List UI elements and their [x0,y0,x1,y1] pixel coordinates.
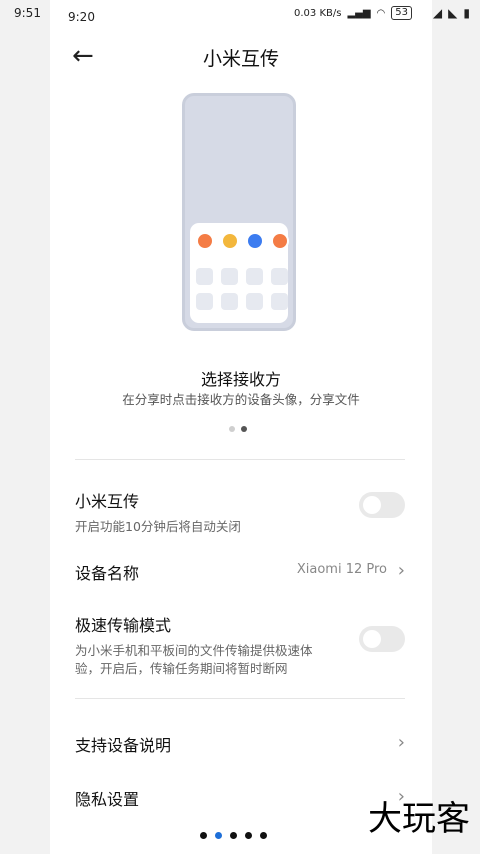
app-grid-placeholder [196,268,288,310]
fast-mode-label: 极速传输模式 [75,616,172,635]
wifi-icon: ◢ [432,6,443,20]
nav-dot [200,832,207,839]
fast-mode-toggle-row[interactable]: 极速传输模式 为小米手机和平板间的文件传输提供极速体验，开启后，传输任务期间将暂… [75,612,405,678]
wifi-icon: ◠ [376,7,386,19]
grid-cell [196,268,213,285]
privacy-settings-label: 隐私设置 [75,790,140,809]
nav-dots [200,832,267,839]
support-devices-label: 支持设备说明 [75,736,172,755]
host-clock: 9:51 [14,6,41,20]
signal-icon: ▂▄▆ [347,7,371,19]
nav-dot [260,832,267,839]
carousel-indicator [229,426,247,432]
network-speed: 0.03 KB/s [294,7,342,19]
share-panel-illustration [190,223,289,323]
grid-cell [246,268,263,285]
chevron-right-icon: › [397,560,405,581]
grid-cell [246,293,263,310]
phone-screen: 9:20 0.03 KB/s ▂▄▆ ◠ 53 ← 小米互传 选择接收方 在分享… [50,0,432,854]
grid-cell [271,293,288,310]
chevron-right-icon: › [397,732,405,753]
device-avatar-icon [271,232,289,250]
xiaomi-share-sub: 开启功能10分钟后将自动关闭 [75,519,241,534]
watermark: 大玩客 [368,799,470,839]
battery-icon: 53 [391,6,412,20]
grid-cell [221,268,238,285]
status-time: 9:20 [68,10,95,24]
host-status-icons: ◢ ◣ ▮ [433,6,470,20]
status-bar: 9:20 0.03 KB/s ▂▄▆ ◠ 53 [50,0,432,32]
privacy-settings-row[interactable]: 隐私设置 › [75,786,405,810]
device-avatar-icon [196,232,214,250]
title-bar: ← 小米互传 [50,34,432,78]
xiaomi-share-label: 小米互传 [75,492,140,511]
carousel-dot[interactable] [229,426,235,432]
device-avatars [196,232,289,250]
switch-knob [363,496,381,514]
device-avatar-icon [246,232,264,250]
xiaomi-share-switch[interactable] [359,492,405,518]
grid-cell [271,268,288,285]
nav-dot [230,832,237,839]
fast-mode-switch[interactable] [359,626,405,652]
divider [75,459,405,460]
signal-icon: ◣ [448,6,458,20]
grid-cell [221,293,238,310]
nav-dot-active [215,832,222,839]
page-title: 小米互传 [202,48,279,70]
grid-cell [196,293,213,310]
phone-illustration [182,93,296,331]
xiaomi-share-toggle-row[interactable]: 小米互传 开启功能10分钟后将自动关闭 [75,488,405,536]
device-name-value: Xiaomi 12 Pro [296,562,387,577]
device-avatar-icon [221,232,239,250]
divider [75,698,405,699]
support-devices-row[interactable]: 支持设备说明 › [75,732,405,756]
battery-icon: ▮ [463,6,470,20]
feature-title: 选择接收方 [200,370,281,389]
device-name-row[interactable]: 设备名称 Xiaomi 12 Pro › [75,560,405,584]
status-icons: 0.03 KB/s ▂▄▆ ◠ 53 [294,6,412,20]
carousel-dot-active[interactable] [241,426,247,432]
fast-mode-sub: 为小米手机和平板间的文件传输提供极速体验，开启后，传输任务期间将暂时断网 [75,643,313,676]
nav-dot [245,832,252,839]
switch-knob [363,630,381,648]
feature-description: 在分享时点击接收方的设备头像，分享文件 [122,392,360,407]
